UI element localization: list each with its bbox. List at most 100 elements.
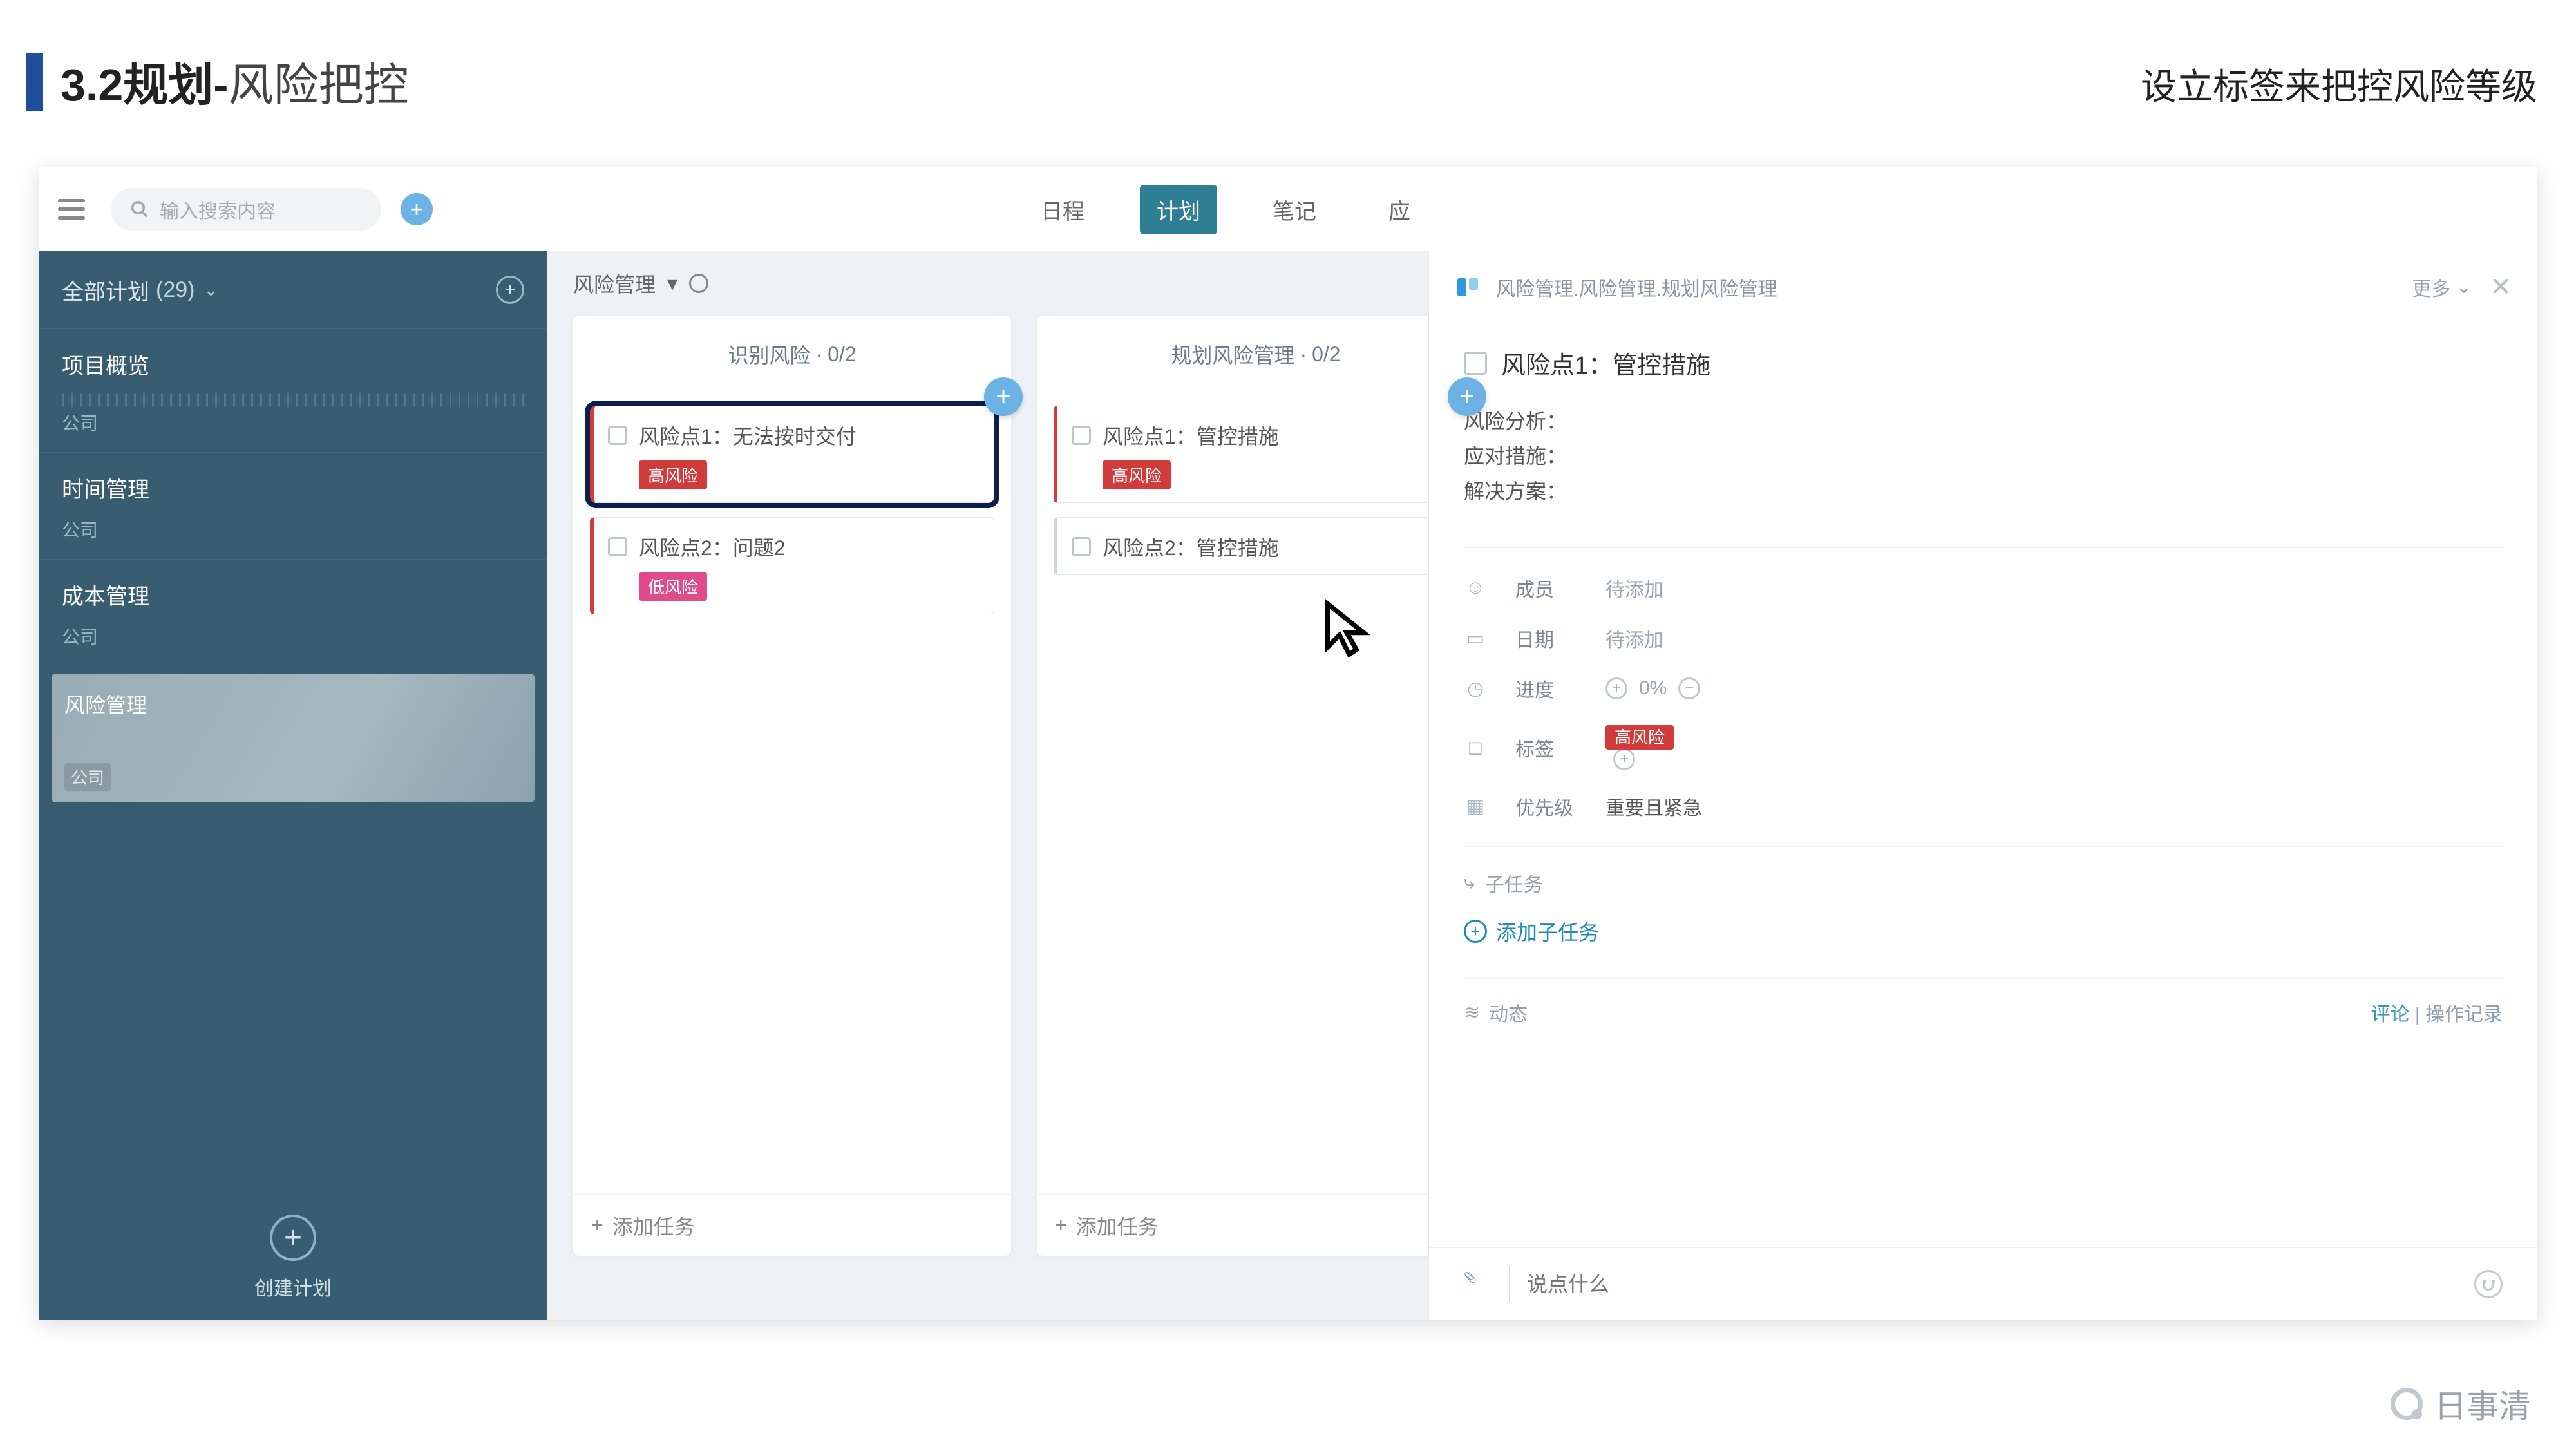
attachment-icon[interactable]: 📎 — [1464, 1271, 1490, 1297]
task-card[interactable]: 风险点2：问题2 低风险 — [590, 517, 994, 614]
emoji-icon[interactable] — [2474, 1270, 2503, 1298]
chevron-down-icon: ⌄ — [204, 280, 218, 300]
add-subtask-button[interactable]: +添加子任务 — [1464, 916, 2503, 946]
dropdown-icon[interactable]: ▾ — [667, 271, 677, 296]
board-area: 风险管理 ▾ 识别风险 · 0/2 + 风险点1：无法按时交付 高风险 — [547, 251, 2537, 1320]
search-input[interactable]: 输入搜索内容 — [111, 188, 381, 231]
sidebar-item-cost[interactable]: 成本管理 公司 — [39, 559, 547, 666]
plus-icon: + — [1055, 1213, 1067, 1237]
risk-tag-high: 高风险 — [639, 460, 707, 489]
tag-value[interactable]: 高风险 + — [1605, 724, 2503, 770]
priority-icon: ▦ — [1464, 795, 1487, 818]
priority-value[interactable]: 重要且紧急 — [1605, 792, 2503, 820]
tab-schedule[interactable]: 日程 — [1024, 185, 1101, 234]
add-task-label: 添加任务 — [612, 1211, 695, 1240]
nav-tabs: 日程 计划 笔记 应 — [1024, 167, 1427, 251]
tab-more[interactable]: 应 — [1372, 185, 1427, 234]
close-icon[interactable]: ✕ — [2490, 272, 2512, 302]
add-tag-button[interactable]: + — [1613, 748, 1635, 770]
gear-icon[interactable] — [689, 274, 708, 293]
desc-line: 解决方案： — [1464, 474, 2503, 509]
sidebar-item-risk-active[interactable]: 风险管理 公司 — [52, 674, 535, 802]
brand-footer: 日事清 — [2391, 1381, 2531, 1427]
breadcrumb[interactable]: 风险管理.风险管理.规划风险管理 — [1496, 273, 1777, 301]
slide-title: 3.2规划-风险把控 — [61, 49, 409, 114]
task-title[interactable]: 风险点1：管控措施 — [1501, 345, 1710, 381]
sidebar-item-time[interactable]: 时间管理 公司 — [39, 452, 547, 559]
task-detail-panel: 风险管理.风险管理.规划风险管理 更多 ⌄ ✕ 风险点1：管控措施 风险分析： … — [1428, 251, 2537, 1320]
card-title: 风险点1：管控措施 — [1103, 421, 1279, 450]
checkbox[interactable] — [1072, 537, 1091, 556]
user-icon: ☺ — [1464, 576, 1487, 600]
sidebar-item-overview[interactable]: 项目概览 公司 — [39, 328, 547, 452]
column-header: 规划风险管理 · 0/2 — [1037, 316, 1475, 393]
search-icon — [130, 200, 149, 219]
task-card[interactable]: 风险点1：管控措施 高风险 — [1054, 406, 1458, 503]
column-title: 识别风险 — [728, 339, 810, 369]
checkbox[interactable] — [1464, 352, 1487, 375]
brand-name: 日事清 — [2434, 1381, 2531, 1427]
task-description[interactable]: 风险分析： 应对措施： 解决方案： — [1464, 404, 2503, 509]
log-tab[interactable]: 操作记录 — [2425, 1004, 2503, 1025]
column-plan-risk: 规划风险管理 · 0/2 + 风险点1：管控措施 高风险 风险点2：管控措施 — [1037, 316, 1475, 1256]
meta-label: 优先级 — [1515, 792, 1593, 820]
meta-label: 进度 — [1515, 674, 1593, 703]
more-button[interactable]: 更多 ⌄ — [2412, 273, 2472, 301]
tab-notes[interactable]: 笔记 — [1256, 185, 1333, 234]
plus-icon: + — [591, 1213, 603, 1237]
menu-icon[interactable] — [58, 199, 85, 220]
sidebar: 全部计划 (29) ⌄ + 项目概览 公司 时间管理 公司 成本管理 公司 — [39, 251, 547, 1320]
column-progress: 0/2 — [1312, 343, 1340, 366]
task-title-row: 风险点1：管控措施 — [1464, 345, 2503, 381]
sidebar-title: 全部计划 — [62, 274, 149, 306]
brand-logo-icon — [2391, 1388, 2423, 1420]
sidebar-item-sub: 公司 — [39, 516, 547, 559]
calendar-icon: ▭ — [1464, 627, 1487, 650]
column-progress: 0/2 — [828, 343, 856, 366]
minus-icon[interactable]: − — [1678, 677, 1700, 699]
add-button[interactable]: + — [401, 193, 433, 225]
task-card[interactable]: 风险点1：无法按时交付 高风险 — [590, 406, 994, 503]
meta-label: 标签 — [1515, 734, 1593, 762]
subtask-header: ⤷子任务 — [1464, 846, 2503, 897]
activity-row: ≋ 动态 评论 | 操作记录 — [1464, 978, 2503, 1039]
date-value[interactable]: 待添加 — [1605, 624, 2503, 652]
task-meta: ☺成员待添加 ▭日期待添加 ◷进度 +0%− ◻标签 高风险 + ▦优先级重要且… — [1464, 547, 2503, 820]
sidebar-header[interactable]: 全部计划 (29) ⌄ + — [39, 251, 547, 328]
stack-icon: ≋ — [1464, 1001, 1480, 1024]
sidebar-item-sub: 公司 — [39, 410, 547, 452]
slide-title-thin: 风险把控 — [229, 60, 409, 110]
column-add-button[interactable]: + — [1448, 377, 1486, 416]
progress-value[interactable]: +0%− — [1605, 677, 2503, 699]
column-add-button[interactable]: + — [984, 377, 1023, 416]
column-title: 规划风险管理 — [1171, 339, 1294, 369]
sidebar-add-button[interactable]: + — [496, 276, 524, 304]
create-plan-button[interactable]: + 创建计划 — [39, 1215, 547, 1301]
board-title[interactable]: 风险管理 — [573, 269, 656, 298]
checkbox[interactable] — [608, 537, 627, 556]
slide-title-wrap: 3.2规划-风险把控 — [26, 49, 409, 114]
task-card[interactable]: 风险点2：管控措施 — [1054, 517, 1458, 575]
member-value[interactable]: 待添加 — [1605, 574, 2503, 602]
card-title: 风险点2：管控措施 — [1103, 532, 1279, 562]
plus-icon[interactable]: + — [1605, 677, 1627, 699]
comments-tab[interactable]: 评论 — [2371, 1004, 2410, 1025]
column-identify-risk: 识别风险 · 0/2 + 风险点1：无法按时交付 高风险 风险点2：问题2 低风… — [573, 316, 1011, 1256]
panel-body: 风险点1：管控措施 风险分析： 应对措施： 解决方案： ☺成员待添加 ▭日期待添… — [1429, 323, 2537, 1247]
checkbox[interactable] — [1072, 426, 1091, 445]
tag-icon: ◻ — [1464, 736, 1487, 759]
risk-tag-high: 高风险 — [1605, 725, 1674, 750]
sidebar-item-label: 风险管理 — [64, 689, 147, 719]
app-window: 输入搜索内容 + 日程 计划 笔记 应 全部计划 (29) ⌄ + 项目概览 — [39, 167, 2537, 1320]
search-placeholder: 输入搜索内容 — [160, 195, 276, 223]
slide-title-bold: 3.2规划- — [61, 60, 229, 110]
comment-bar: 📎 — [1429, 1247, 2537, 1320]
comment-input[interactable] — [1509, 1266, 2455, 1302]
tab-plan[interactable]: 计划 — [1140, 185, 1217, 234]
add-task-button[interactable]: +添加任务 — [1037, 1194, 1475, 1256]
sidebar-item-label: 成本管理 — [39, 560, 547, 623]
activity-label: 动态 — [1489, 998, 1528, 1027]
add-task-button[interactable]: + 添加任务 — [573, 1194, 1011, 1256]
checkbox[interactable] — [608, 426, 627, 445]
panel-header: 风险管理.风险管理.规划风险管理 更多 ⌄ ✕ — [1429, 251, 2537, 323]
